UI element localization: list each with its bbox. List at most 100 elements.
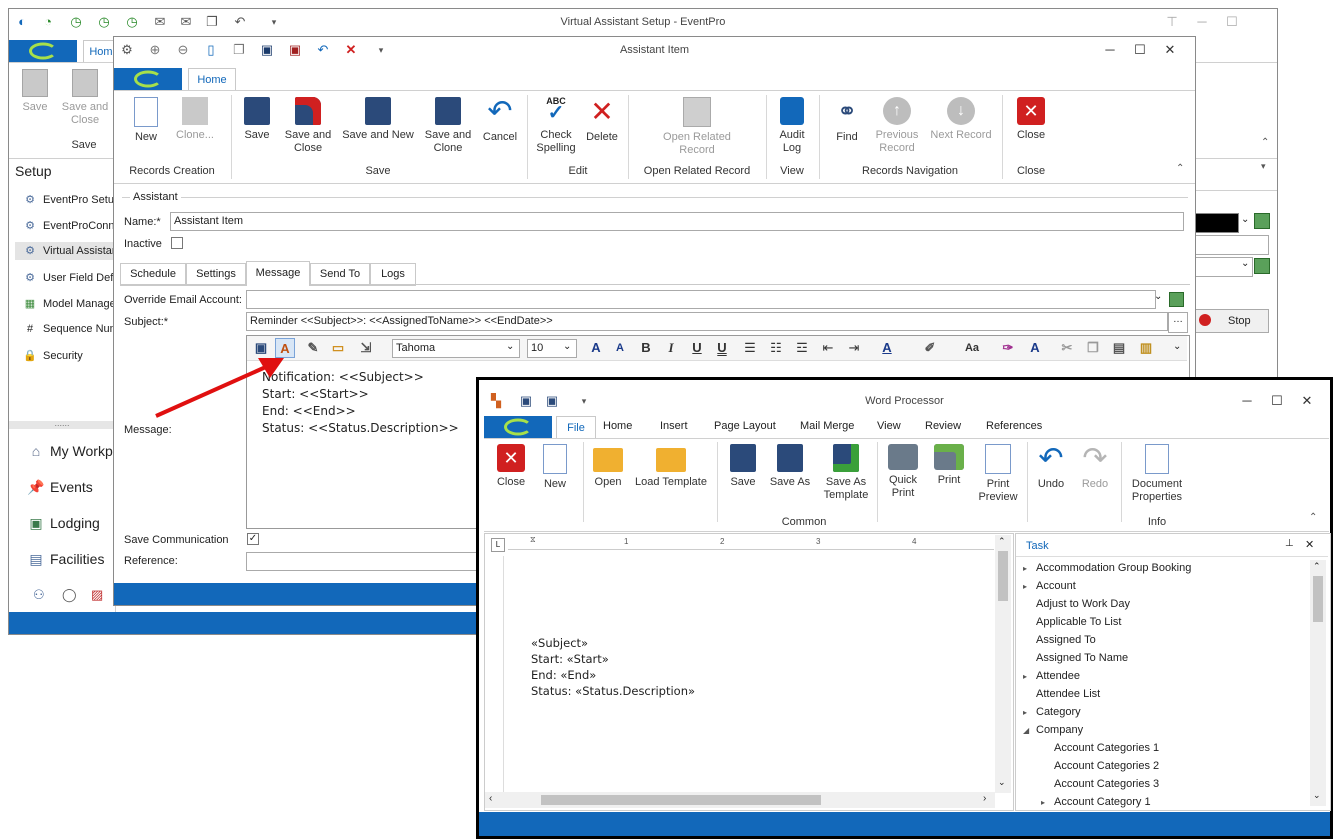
sidebar-item-security[interactable]: 🔒 Security	[23, 349, 83, 362]
task-tree-item[interactable]: Applicable To List	[1036, 616, 1121, 628]
minimize-icon[interactable]: ─	[1189, 12, 1215, 32]
collapse-ribbon-icon[interactable]: ⌃	[1261, 137, 1269, 148]
grid-edit-icon[interactable]	[1169, 292, 1184, 307]
chevron-down-icon[interactable]: ⌄	[506, 341, 514, 352]
ruler-indent-marker[interactable]: ⧖	[530, 535, 536, 545]
folder-open-icon[interactable]: ▭	[328, 338, 348, 358]
minimize-icon[interactable]: ─	[1097, 40, 1123, 60]
find-button[interactable]: ⚭ Find	[826, 97, 868, 144]
bold-icon[interactable]: B	[636, 338, 656, 358]
new-button[interactable]: New	[126, 97, 166, 144]
minimize-icon[interactable]: ─	[1234, 391, 1260, 411]
delete-button[interactable]: ✕ Delete	[582, 97, 622, 144]
undo-button[interactable]: ↶ Undo	[1031, 444, 1071, 491]
subject-input[interactable]: Reminder <<Subject>>: <<AssignedToName>>…	[246, 312, 1168, 331]
collapse-ribbon-icon[interactable]: ⌃	[1176, 163, 1184, 174]
sidebar-item-sequence-numbers[interactable]: # Sequence Numb	[23, 323, 125, 335]
word-tab-home[interactable]: Home	[603, 420, 632, 432]
sidebar-item-eventpro-setup[interactable]: ⚙ EventPro Setup	[23, 193, 120, 206]
nav-facilities[interactable]: ▤ Facilities	[27, 551, 104, 568]
next-record-button[interactable]: ↓ Next Record	[928, 97, 994, 142]
open-related-record-button[interactable]: Open Related Record	[654, 97, 740, 157]
expand-arrow-icon[interactable]: ◢	[1023, 726, 1029, 735]
word-close-button[interactable]: ✕ Close	[491, 444, 531, 489]
word-new-button[interactable]: New	[535, 444, 575, 491]
scroll-thumb[interactable]	[541, 795, 821, 805]
save-communication-checkbox[interactable]: ✓	[247, 533, 259, 545]
sidebar-item-user-field-definitions[interactable]: ⚙ User Field Defini	[23, 271, 124, 284]
task-tree-item[interactable]: Account Categories 2	[1054, 760, 1159, 772]
sidebar-item-virtual-assistant[interactable]: ⚙ Virtual Assistant	[15, 242, 121, 260]
font-name-select[interactable]: Tahoma	[392, 339, 520, 358]
chevron-up-icon[interactable]: ⌃	[998, 536, 1006, 547]
clear-formatting-icon[interactable]: ✑	[998, 338, 1018, 358]
increase-indent-icon[interactable]: ⇥	[844, 338, 864, 358]
save-button[interactable]: Save	[237, 97, 277, 142]
task-tree-item[interactable]: ▸ Account	[1023, 580, 1076, 592]
task-tree-item[interactable]: ◢ Company	[1023, 724, 1083, 736]
save-and-clone-button[interactable]: Save and Clone	[422, 97, 474, 155]
inactive-checkbox[interactable]	[171, 237, 183, 249]
expand-arrow-icon[interactable]: ▸	[1023, 708, 1027, 717]
expand-arrow-icon[interactable]: ▸	[1023, 582, 1027, 591]
cut-icon[interactable]: ✂	[1057, 338, 1077, 358]
save-as-template-button[interactable]: Save As Template	[819, 444, 873, 502]
nav-my-workplace[interactable]: ⌂ My Workpla	[27, 443, 124, 459]
word-open-button[interactable]: Open	[587, 444, 629, 489]
pin-icon[interactable]: ⊥	[1285, 538, 1294, 549]
word-tab-references[interactable]: References	[986, 420, 1042, 432]
decrease-indent-icon[interactable]: ⇤	[818, 338, 838, 358]
previous-record-button[interactable]: ↑ Previous Record	[872, 97, 922, 155]
shrink-font-icon[interactable]: A	[610, 338, 630, 358]
redo-button[interactable]: ↷ Redo	[1075, 444, 1115, 491]
stop-button[interactable]: Stop	[1193, 309, 1269, 333]
tab-logs[interactable]: Logs	[370, 263, 416, 286]
maximize-icon[interactable]: ☐	[1219, 12, 1245, 32]
task-tree-item[interactable]: Adjust to Work Day	[1036, 598, 1130, 610]
chevron-down-icon[interactable]: ⌄	[1313, 790, 1321, 801]
numbering-icon[interactable]: ☷	[766, 338, 786, 358]
chevron-down-icon[interactable]: ⌄	[998, 777, 1006, 788]
task-tree-item[interactable]: ▸ Attendee	[1023, 670, 1080, 682]
task-tree-item[interactable]: ▸ Category	[1023, 706, 1081, 718]
main-save-button[interactable]: Save	[15, 69, 55, 114]
print-preview-button[interactable]: Print Preview	[973, 444, 1023, 504]
maximize-icon[interactable]: ☐	[1127, 40, 1153, 60]
cancel-button[interactable]: ↶ Cancel	[478, 97, 522, 144]
tab-send-to[interactable]: Send To	[310, 263, 370, 286]
clone-button[interactable]: Clone...	[170, 97, 220, 142]
nav-lodging[interactable]: ▣ Lodging	[27, 515, 99, 532]
word-tab-insert[interactable]: Insert	[660, 420, 688, 432]
paste-icon[interactable]: ▤	[1109, 338, 1129, 358]
nav-events[interactable]: 📌 Events	[27, 479, 93, 496]
people-icon[interactable]: ⚇	[33, 587, 45, 603]
grow-font-icon[interactable]: A	[586, 338, 606, 358]
sidebar-item-eventproconnect[interactable]: ⚙ EventProConne	[23, 219, 121, 232]
chevron-left-icon[interactable]: ‹	[489, 793, 492, 804]
chevron-down-icon[interactable]: ⌄	[1241, 214, 1249, 225]
chat-icon[interactable]: ◯	[62, 587, 77, 603]
main-save-close-button[interactable]: Save and Close	[59, 69, 111, 127]
maximize-icon[interactable]: ☐	[1264, 391, 1290, 411]
quick-print-button[interactable]: Quick Print	[881, 444, 925, 500]
task-tree-item[interactable]: ▸ Accommodation Group Booking	[1023, 562, 1191, 574]
word-app-menu-button[interactable]	[484, 416, 552, 438]
word-tab-view[interactable]: View	[877, 420, 901, 432]
task-tree-item[interactable]: Attendee List	[1036, 688, 1100, 700]
task-tree-item[interactable]: Assigned To	[1036, 634, 1096, 646]
task-tree-item[interactable]: ▸ Account Category 1	[1041, 796, 1151, 808]
paste-special-icon[interactable]: ▥	[1136, 338, 1156, 358]
edit-icon[interactable]: ✎	[303, 338, 323, 358]
document-properties-button[interactable]: Document Properties	[1125, 444, 1189, 504]
assistant-app-menu-button[interactable]	[114, 68, 182, 90]
close-icon[interactable]: ✕	[1305, 538, 1314, 551]
expand-arrow-icon[interactable]: ▸	[1023, 672, 1027, 681]
document-scrollbar-horizontal[interactable]: ‹ ›	[485, 792, 995, 808]
word-tab-file[interactable]: File	[556, 416, 596, 439]
clipboard-icon[interactable]: ▨	[91, 587, 103, 603]
underline-icon[interactable]: U	[687, 338, 707, 358]
bullets-icon[interactable]: ☰	[740, 338, 760, 358]
load-template-button[interactable]: Load Template	[633, 444, 709, 489]
sidebar-item-model-management[interactable]: ▦ Model Managem	[23, 297, 125, 310]
save-and-new-button[interactable]: Save and New	[340, 97, 416, 142]
